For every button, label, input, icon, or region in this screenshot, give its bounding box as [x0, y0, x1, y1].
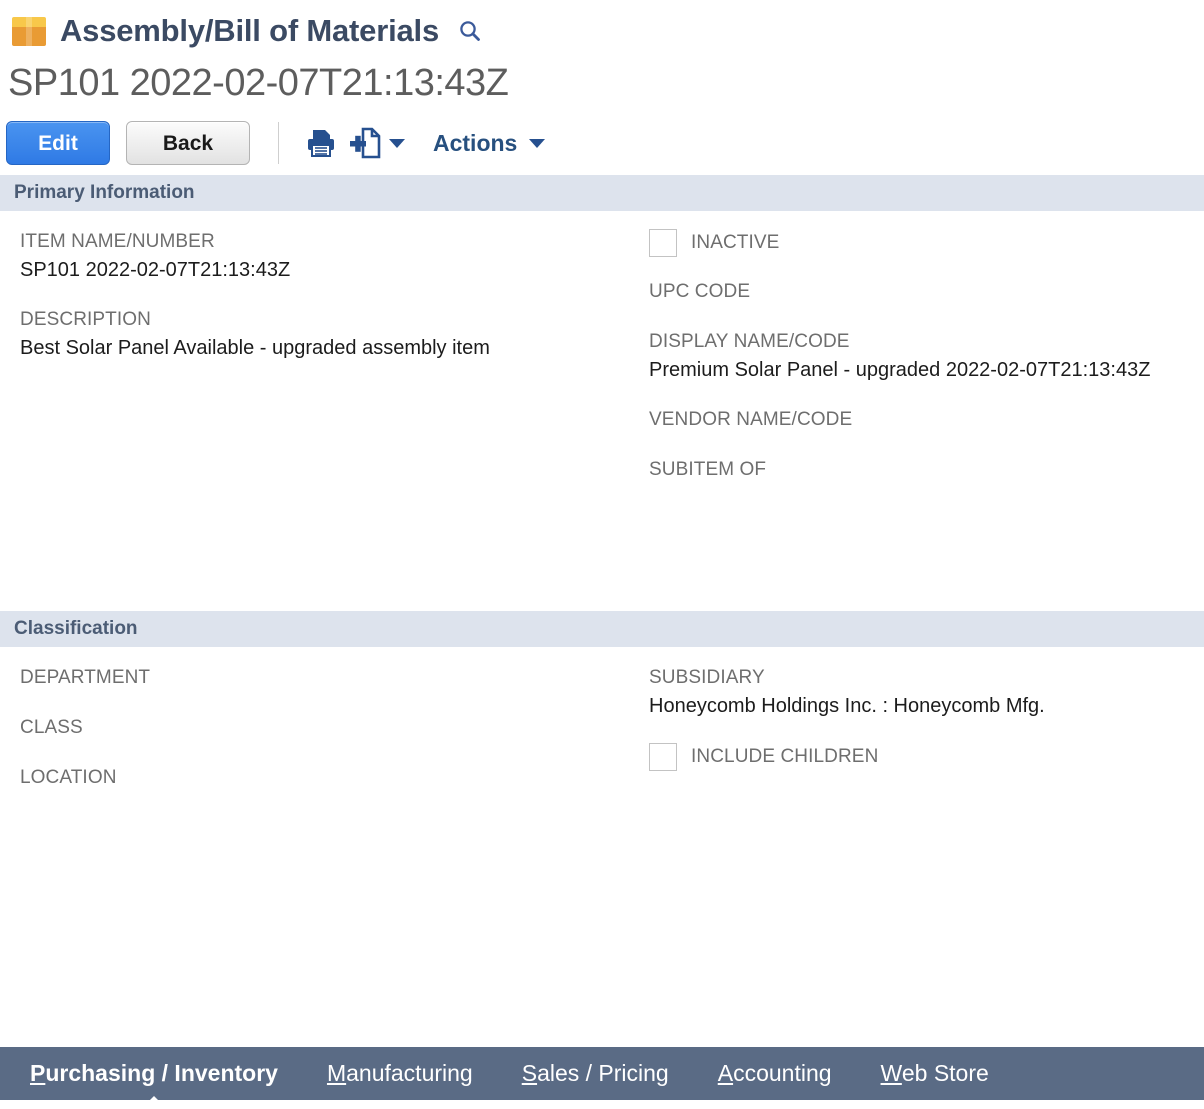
actions-menu[interactable]: Actions — [433, 129, 546, 157]
field-upc-code: UPC CODE — [649, 279, 1204, 307]
primary-information-right-column: INACTIVE UPC CODE DISPLAY NAME/CODE Prem… — [644, 229, 1204, 507]
tab-accesskey: M — [326, 1060, 347, 1086]
primary-information-fields: ITEM NAME/NUMBER SP101 2022-02-07T21:13:… — [0, 211, 1204, 507]
record-toolbar: Edit Back Actions — [0, 105, 1204, 167]
tab-accesskey: S — [521, 1060, 538, 1086]
classification-right-column: SUBSIDIARY Honeycomb Holdings Inc. : Hon… — [644, 665, 1204, 815]
toolbar-divider — [278, 122, 279, 164]
checkbox-label: INCLUDE CHILDREN — [691, 746, 879, 767]
field-include-children[interactable]: INCLUDE CHILDREN — [649, 743, 1204, 771]
field-label: DESCRIPTION — [20, 309, 151, 330]
tab-label: ales / Pricing — [537, 1060, 669, 1086]
page-title: SP101 2022-02-07T21:13:43Z — [8, 62, 509, 104]
record-subtab-bar: Purchasing / Inventory Manufacturing Sal… — [0, 1047, 1204, 1109]
field-location: LOCATION — [20, 765, 644, 793]
field-description: DESCRIPTION Best Solar Panel Available -… — [20, 307, 644, 363]
field-value — [649, 433, 1204, 435]
active-tab-caret-icon — [140, 1096, 167, 1109]
field-value: Honeycomb Holdings Inc. : Honeycomb Mfg. — [649, 695, 1045, 717]
field-value: SP101 2022-02-07T21:13:43Z — [20, 259, 291, 281]
edit-button[interactable]: Edit — [6, 121, 110, 165]
field-value — [649, 483, 1204, 485]
tab-accesskey: P — [30, 1060, 46, 1086]
classification-left-column: DEPARTMENT CLASS LOCATION — [0, 665, 644, 815]
page-header: Assembly/Bill of Materials — [0, 0, 1204, 48]
section-header-classification: Classification — [0, 611, 1204, 647]
tab-accesskey: W — [880, 1060, 902, 1086]
tab-web-store[interactable]: Web Store — [881, 1060, 989, 1087]
field-label: VENDOR NAME/CODE — [649, 409, 853, 430]
actions-dropdown-caret — [529, 138, 546, 148]
field-label: CLASS — [20, 717, 83, 738]
field-value: Premium Solar Panel - upgraded 2022-02-0… — [649, 359, 1151, 381]
actions-label: Actions — [433, 129, 518, 156]
section-title: Primary Information — [14, 182, 195, 203]
new-document-dropdown-caret[interactable] — [389, 138, 405, 148]
tab-manufacturing[interactable]: Manufacturing — [327, 1060, 473, 1087]
field-value — [20, 791, 644, 793]
record-type-title: Assembly/Bill of Materials — [60, 13, 439, 48]
field-class: CLASS — [20, 715, 644, 743]
field-value: Best Solar Panel Available - upgraded as… — [20, 337, 490, 359]
field-label: SUBSIDIARY — [649, 667, 765, 688]
field-subitem-of: SUBITEM OF — [649, 457, 1204, 485]
section-header-primary-information: Primary Information — [0, 175, 1204, 211]
inactive-checkbox[interactable] — [649, 229, 677, 257]
tab-label: urchasing / Inventory — [45, 1060, 278, 1086]
primary-information-left-column: ITEM NAME/NUMBER SP101 2022-02-07T21:13:… — [0, 229, 644, 507]
field-subsidiary: SUBSIDIARY Honeycomb Holdings Inc. : Hon… — [649, 665, 1204, 721]
classification-fields: DEPARTMENT CLASS LOCATION SUBSIDIARY Hon… — [0, 647, 1204, 815]
tab-accounting[interactable]: Accounting — [718, 1060, 832, 1087]
tab-sales-pricing[interactable]: Sales / Pricing — [522, 1060, 669, 1087]
search-icon[interactable] — [457, 18, 483, 44]
field-vendor-name-code: VENDOR NAME/CODE — [649, 407, 1204, 435]
tab-label: eb Store — [901, 1060, 989, 1086]
section-title: Classification — [14, 618, 138, 639]
field-label: LOCATION — [20, 767, 117, 788]
checkbox-label: INACTIVE — [691, 232, 780, 253]
tab-label: ccounting — [733, 1060, 832, 1086]
field-display-name-code: DISPLAY NAME/CODE Premium Solar Panel - … — [649, 329, 1204, 385]
field-value — [649, 305, 1204, 307]
back-button[interactable]: Back — [126, 121, 250, 165]
field-value — [20, 741, 644, 743]
field-inactive[interactable]: INACTIVE — [649, 229, 1204, 257]
field-label: SUBITEM OF — [649, 459, 767, 480]
field-label: DEPARTMENT — [20, 667, 151, 688]
field-item-name-number: ITEM NAME/NUMBER SP101 2022-02-07T21:13:… — [20, 229, 644, 285]
field-label: DISPLAY NAME/CODE — [649, 331, 850, 352]
tab-accesskey: A — [717, 1060, 734, 1086]
package-box-icon — [12, 14, 46, 48]
print-icon[interactable] — [305, 127, 337, 159]
field-label: UPC CODE — [649, 281, 751, 302]
field-label: ITEM NAME/NUMBER — [20, 231, 215, 252]
include-children-checkbox[interactable] — [649, 743, 677, 771]
tab-purchasing-inventory[interactable]: Purchasing / Inventory — [30, 1060, 278, 1109]
new-document-icon[interactable] — [349, 127, 383, 159]
tab-label: anufacturing — [346, 1060, 473, 1086]
field-department: DEPARTMENT — [20, 665, 644, 693]
field-value — [20, 691, 644, 693]
